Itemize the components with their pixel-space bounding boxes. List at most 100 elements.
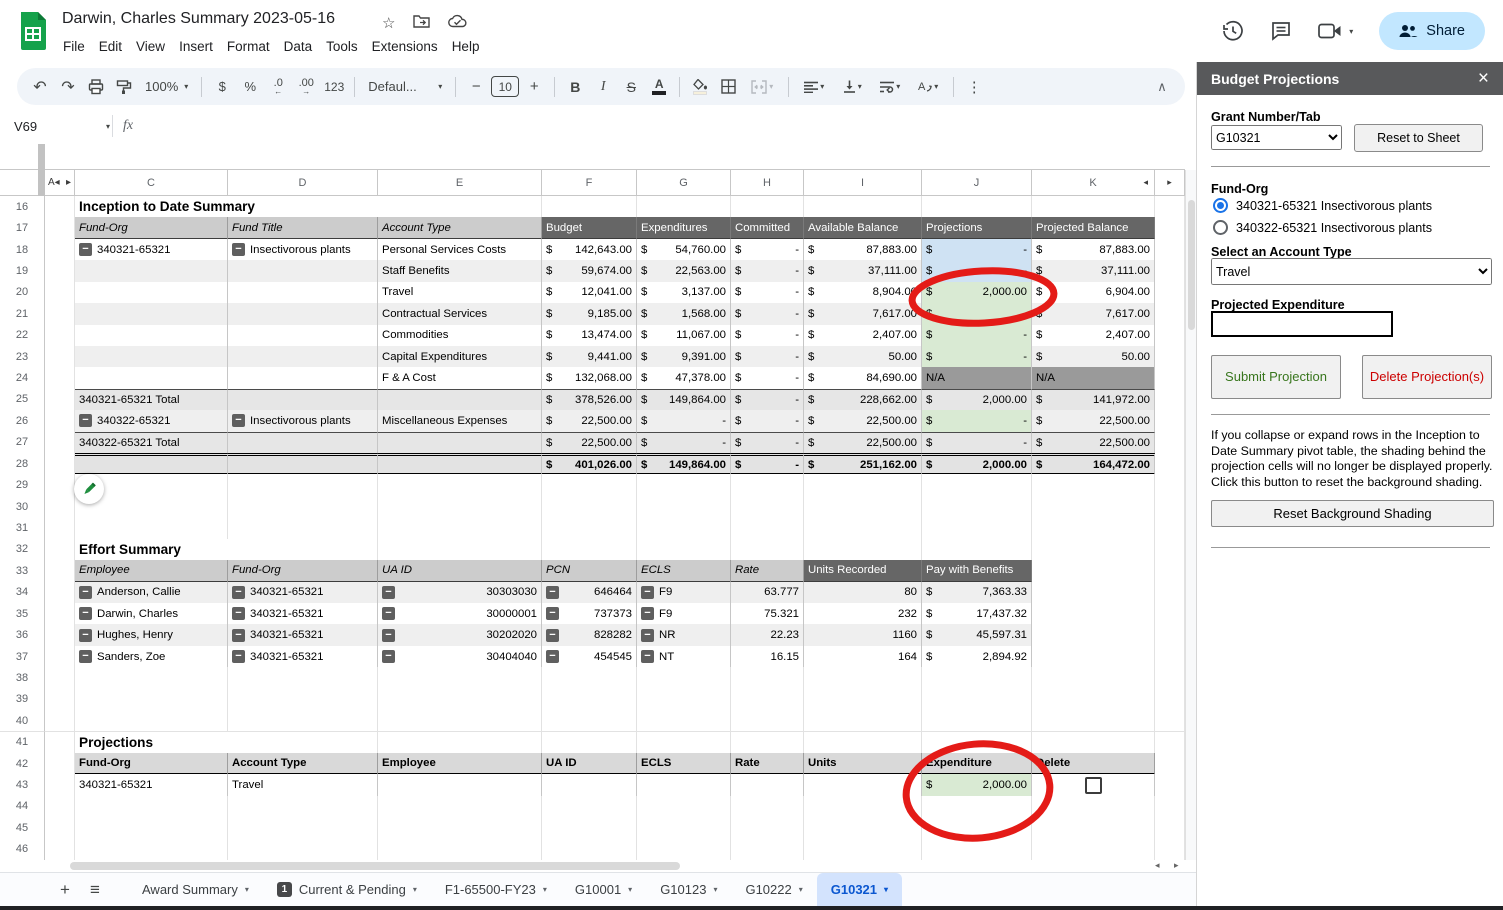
cell-K27[interactable]: $22,500.00 [1032, 432, 1155, 454]
cell-I34[interactable]: 80 [804, 582, 922, 604]
cell-C35[interactable]: −Darwin, Charles [75, 603, 228, 625]
row-header-34[interactable]: 34 [0, 582, 45, 604]
cell-E21[interactable]: Contractual Services [378, 303, 542, 325]
vertical-align-button[interactable]: ▾ [834, 74, 870, 100]
cell-G27[interactable]: $- [637, 432, 731, 454]
cell-H38[interactable] [731, 667, 804, 689]
cell-G19[interactable]: $22,563.00 [637, 260, 731, 282]
cell-L33[interactable] [1155, 560, 1185, 582]
cell-F39[interactable] [542, 689, 637, 711]
cell-strip-19[interactable] [45, 260, 75, 282]
cell-E38[interactable] [378, 667, 542, 689]
row-header-24[interactable]: 24 [0, 367, 45, 389]
cell-F30[interactable] [542, 496, 637, 518]
collapse-row-icon[interactable]: − [79, 586, 92, 599]
cell-H16[interactable] [731, 196, 804, 218]
menu-edit[interactable]: Edit [92, 36, 129, 57]
horizontal-scrollbar-thumb[interactable] [70, 862, 680, 870]
cell-D23[interactable] [228, 346, 378, 368]
cell-D42[interactable]: Account Type [228, 753, 378, 775]
cell-H46[interactable] [731, 839, 804, 861]
name-box[interactable]: V69 ▾ [0, 119, 110, 134]
cell-F38[interactable] [542, 667, 637, 689]
sheet-tab-g10123[interactable]: G10123▾ [646, 873, 731, 907]
cell-strip-24[interactable] [45, 367, 75, 389]
column-header-J[interactable]: J [922, 170, 1032, 196]
cell-J28[interactable]: $2,000.00 [922, 453, 1032, 475]
collapse-row-icon[interactable]: − [641, 650, 654, 663]
cell-H37[interactable]: 16.15 [731, 646, 804, 668]
cell-E45[interactable] [378, 817, 542, 839]
cell-D33[interactable]: Fund-Org [228, 560, 378, 582]
cell-J18[interactable]: $- [922, 239, 1032, 261]
cell-K21[interactable]: $7,617.00 [1032, 303, 1155, 325]
cell-H31[interactable] [731, 517, 804, 539]
cell-F24[interactable]: $132,068.00 [542, 367, 637, 389]
menu-extensions[interactable]: Extensions [365, 36, 445, 57]
cell-E35[interactable]: −30000001 [378, 603, 542, 625]
hidden-columns-divider[interactable] [38, 144, 45, 196]
cell-G26[interactable]: $- [637, 410, 731, 432]
cell-L31[interactable] [1155, 517, 1185, 539]
cell-K18[interactable]: $87,883.00 [1032, 239, 1155, 261]
row-header-29[interactable]: 29 [0, 474, 45, 496]
cell-K29[interactable] [1032, 474, 1155, 496]
collapse-toolbar-icon[interactable]: ∧ [1149, 74, 1175, 100]
cell-D35[interactable]: −340321-65321 [228, 603, 378, 625]
share-button[interactable]: Share [1379, 12, 1485, 50]
cell-L43[interactable] [1155, 774, 1185, 796]
cell-J31[interactable] [922, 517, 1032, 539]
row-header-33[interactable]: 33 [0, 560, 45, 582]
cell-D25[interactable] [228, 389, 378, 411]
cell-K39[interactable] [1032, 689, 1155, 711]
cell-I39[interactable] [804, 689, 922, 711]
cell-E23[interactable]: Capital Expenditures [378, 346, 542, 368]
row-header-28[interactable]: 28 [0, 453, 45, 475]
cell-H41[interactable] [731, 732, 804, 754]
cell-L20[interactable] [1155, 282, 1185, 304]
cell-H22[interactable]: $- [731, 325, 804, 347]
row-header-18[interactable]: 18 [0, 239, 45, 261]
cell-F28[interactable]: $401,026.00 [542, 453, 637, 475]
cell-C39[interactable] [75, 689, 228, 711]
cell-strip-28[interactable] [45, 453, 75, 475]
cell-C28[interactable] [75, 453, 228, 475]
cell-strip-40[interactable] [45, 710, 75, 732]
cell-C27[interactable]: 340322-65321 Total [75, 432, 228, 454]
cell-D38[interactable] [228, 667, 378, 689]
cell-I33[interactable]: Units Recorded [804, 560, 922, 582]
row-header-40[interactable]: 40 [0, 710, 45, 732]
collapse-row-icon[interactable]: − [382, 629, 395, 642]
row-header-19[interactable]: 19 [0, 260, 45, 282]
cell-I35[interactable]: 232 [804, 603, 922, 625]
cell-J36[interactable]: $45,597.31 [922, 624, 1032, 646]
cell-K20[interactable]: $6,904.00 [1032, 282, 1155, 304]
column-header-K[interactable]: K◂ [1032, 170, 1155, 196]
cell-I40[interactable] [804, 710, 922, 732]
cell-K45[interactable] [1032, 817, 1155, 839]
row-header-45[interactable]: 45 [0, 817, 45, 839]
menu-file[interactable]: File [56, 36, 92, 57]
cell-F43[interactable] [542, 774, 637, 796]
cell-strip-34[interactable] [45, 582, 75, 604]
fund-org-option-1[interactable]: 340321-65321 Insectivorous plants [1213, 198, 1432, 213]
column-header-E[interactable]: E [378, 170, 542, 196]
cell-I24[interactable]: $84,690.00 [804, 367, 922, 389]
cell-L25[interactable] [1155, 389, 1185, 411]
cell-F29[interactable] [542, 474, 637, 496]
cell-L38[interactable] [1155, 667, 1185, 689]
cell-F34[interactable]: −646464 [542, 582, 637, 604]
cell-E30[interactable] [378, 496, 542, 518]
cell-L22[interactable] [1155, 325, 1185, 347]
column-header-D[interactable]: D [228, 170, 378, 196]
version-history-icon[interactable] [1222, 20, 1244, 42]
cell-strip-22[interactable] [45, 325, 75, 347]
tab-caret-icon[interactable]: ▾ [884, 885, 888, 894]
cell-J38[interactable] [922, 667, 1032, 689]
cell-D34[interactable]: −340321-65321 [228, 582, 378, 604]
cell-strip-20[interactable] [45, 282, 75, 304]
cell-I46[interactable] [804, 839, 922, 861]
cell-strip-17[interactable] [45, 217, 75, 239]
row-header-20[interactable]: 20 [0, 282, 45, 304]
cell-D31[interactable] [228, 517, 378, 539]
